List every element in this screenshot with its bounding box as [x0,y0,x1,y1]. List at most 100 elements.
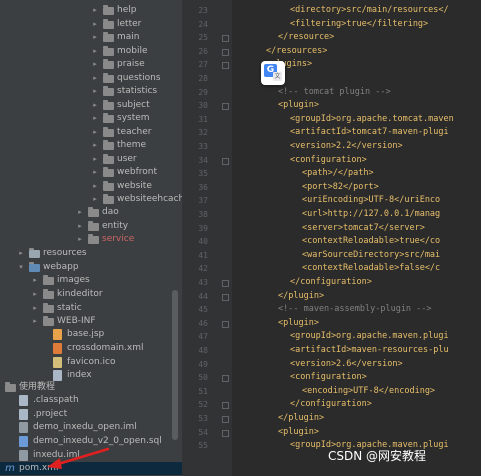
chevron-right-icon[interactable]: ▸ [0,381,1,394]
translate-icon[interactable]: G 文 [261,61,285,85]
chevron-right-icon[interactable]: ▸ [91,85,99,98]
chevron-right-icon[interactable]: ▸ [76,206,84,219]
chevron-right-icon[interactable]: ▸ [91,72,99,85]
tree-item[interactable]: ▾ webapp [0,261,182,274]
line-number: 49 [198,359,208,369]
tree-item[interactable]: ▸ websiteehcach [0,193,182,206]
tree-item[interactable]: ▸ theme [0,139,182,152]
tree-item[interactable]: ▸ kindeditor [0,288,182,301]
tree-item[interactable]: ▸ questions [0,72,182,85]
tree-item[interactable]: ▸ praise [0,58,182,71]
line-number: 37 [198,196,208,206]
chevron-down-icon[interactable]: ▾ [17,261,25,274]
fold-marker-icon[interactable] [222,103,229,111]
chevron-right-icon[interactable]: ▸ [31,274,39,287]
chevron-right-icon[interactable]: ▸ [31,288,39,301]
fold-marker-icon[interactable] [222,429,229,437]
tree-item[interactable]: inxedu.iml [0,449,182,462]
chevron-right-icon[interactable]: ▸ [91,112,99,125]
tree-item[interactable]: ▸ dao [0,206,182,219]
tree-item[interactable]: ▸ static [0,302,182,315]
tree-item[interactable]: favicon.ico [0,356,182,369]
line-number: 42 [198,264,208,274]
fold-marker-icon[interactable] [222,62,229,70]
line-number: 30 [198,101,208,111]
chevron-right-icon[interactable]: ▸ [91,193,99,206]
fold-marker-icon[interactable] [222,375,229,383]
tree-item[interactable]: ▸ main [0,31,182,44]
code-line: <groupId>org.apache.tomcat.maven [290,113,454,124]
fold-marker-icon[interactable] [222,320,229,328]
file-icon [19,450,28,461]
folder-icon [103,73,114,83]
tree-item-label: mobile [117,46,148,56]
tree-item[interactable]: demo_inxedu_open.iml [0,421,182,434]
tree-item[interactable]: ▸ letter [0,18,182,31]
tree-item[interactable]: ▸ images [0,274,182,287]
tree-item[interactable]: crossdomain.xml [0,342,182,355]
tree-item-label: letter [117,19,142,29]
fold-marker-icon[interactable] [222,157,229,165]
line-number: 41 [198,250,208,260]
chevron-right-icon[interactable]: ▸ [91,139,99,152]
tree-item[interactable]: ▸ webfront [0,166,182,179]
chevron-right-icon[interactable]: ▸ [91,180,99,193]
folder-icon [43,316,54,326]
chevron-right-icon[interactable]: ▸ [76,220,84,233]
tree-item[interactable]: demo_inxedu_v2_0_open.sql [0,435,182,448]
line-number: 35 [198,169,208,179]
chevron-right-icon[interactable]: ▸ [17,247,25,260]
chevron-right-icon[interactable]: ▸ [91,126,99,139]
code-line: <groupId>org.apache.maven.plugi [290,331,449,342]
chevron-right-icon[interactable]: ▸ [91,58,99,71]
chevron-right-icon[interactable]: ▸ [91,4,99,17]
tree-scrollbar[interactable] [172,290,178,440]
tree-item[interactable]: base.jsp [0,328,182,341]
chevron-right-icon[interactable]: ▸ [76,233,84,246]
tree-item[interactable]: ▸ subject [0,99,182,112]
chevron-right-icon[interactable]: ▸ [91,31,99,44]
tree-item[interactable]: ▸ resources [0,247,182,260]
chevron-right-icon[interactable]: ▸ [91,166,99,179]
tree-item[interactable]: .classpath [0,394,182,407]
chevron-right-icon[interactable]: ▸ [31,302,39,315]
tree-item[interactable]: ▸ system [0,112,182,125]
code-line: </configuration> [290,277,372,287]
tree-item[interactable]: ▸ website [0,180,182,193]
tree-item[interactable]: ▸ entity [0,220,182,233]
code-line: </configuration> [290,399,372,410]
tree-item[interactable]: m pom.xml [0,462,182,475]
fold-marker-icon[interactable] [222,35,229,43]
folder-icon [103,100,114,110]
tree-item-label: 使用教程 [19,382,56,392]
tree-item[interactable]: .project [0,408,182,421]
chevron-right-icon[interactable]: ▸ [91,99,99,112]
fold-marker-icon[interactable] [222,280,229,287]
line-number: 24 [198,19,208,29]
tree-item-label: base.jsp [67,329,105,339]
fold-marker-icon[interactable] [222,416,229,423]
line-number: 23 [198,6,208,15]
fold-marker-icon[interactable] [222,293,229,301]
chevron-right-icon[interactable]: ▸ [91,45,99,58]
tree-item[interactable]: ▸ WEB-INF [0,315,182,328]
file-icon [53,329,62,340]
tree-item[interactable]: ▸ mobile [0,45,182,58]
tree-item[interactable]: ▸ teacher [0,126,182,139]
code-line: <url>http://127.0.0.1/manag [302,209,441,219]
tree-item-label: resources [43,248,87,258]
fold-marker-icon[interactable] [222,48,229,56]
chevron-right-icon[interactable]: ▸ [91,18,99,31]
folder-icon [103,46,114,56]
code-line: <contextReloadable>true</co [302,236,441,247]
chevron-right-icon[interactable]: ▸ [31,315,39,328]
tree-item[interactable]: ▸ user [0,153,182,166]
tree-item[interactable]: ▸ statistics [0,85,182,98]
tree-item[interactable]: ▸ help [0,4,182,17]
fold-marker-icon[interactable] [222,402,229,410]
line-number: 50 [198,373,208,383]
tree-item[interactable]: ▸ 使用教程 [0,381,182,394]
folder-icon [88,234,99,244]
tree-item[interactable]: ▸ service [0,233,182,246]
chevron-right-icon[interactable]: ▸ [91,153,99,166]
